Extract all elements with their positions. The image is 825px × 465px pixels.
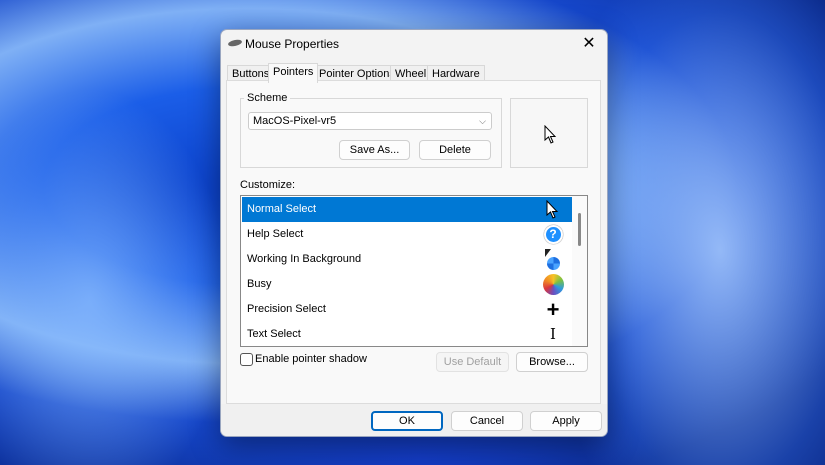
scrollbar-thumb[interactable] [578, 213, 581, 246]
list-item-label: Text Select [247, 328, 301, 340]
scheme-label: Scheme [244, 92, 290, 104]
help-cursor-icon: ? [542, 224, 564, 245]
busy-cursor-icon [542, 274, 564, 295]
list-item-label: Precision Select [247, 303, 326, 315]
scheme-select[interactable]: MacOS-Pixel-vr5 ⌵ [248, 112, 492, 130]
list-item-label: Working In Background [247, 253, 361, 265]
scheme-value: MacOS-Pixel-vr5 [253, 115, 336, 127]
delete-button[interactable]: Delete [419, 140, 491, 160]
pointer-shadow-label: Enable pointer shadow [255, 353, 367, 365]
cursor-preview [510, 98, 588, 168]
pointer-shadow-checkbox[interactable] [240, 353, 253, 366]
crosshair-cursor-icon: + [542, 299, 564, 320]
mouse-properties-dialog: Mouse Properties ✕ Buttons Pointers Poin… [220, 29, 608, 437]
scrollbar[interactable] [572, 196, 587, 346]
ok-button[interactable]: OK [371, 411, 443, 431]
pointers-panel: Scheme MacOS-Pixel-vr5 ⌵ Save As... Dele… [226, 80, 601, 404]
list-item-label: Busy [247, 278, 271, 290]
arrow-cursor-icon [542, 199, 564, 220]
list-item[interactable]: Help Select ? [242, 222, 572, 247]
arrow-cursor-icon [544, 125, 558, 145]
apply-button[interactable]: Apply [530, 411, 602, 431]
close-button[interactable]: ✕ [579, 33, 599, 53]
cursor-list[interactable]: Normal Select Help Select ? Working In B… [240, 195, 588, 347]
list-item[interactable]: Precision Select + [242, 297, 572, 322]
mouse-icon [228, 39, 243, 48]
list-item[interactable]: Busy [242, 272, 572, 297]
list-item[interactable]: Working In Background [242, 247, 572, 272]
text-cursor-icon: I [542, 324, 564, 345]
tab-pointers[interactable]: Pointers [268, 63, 318, 83]
use-default-button[interactable]: Use Default [436, 352, 509, 372]
list-item-label: Help Select [247, 228, 303, 240]
chevron-down-icon: ⌵ [479, 113, 486, 129]
browse-button[interactable]: Browse... [516, 352, 588, 372]
cancel-button[interactable]: Cancel [451, 411, 523, 431]
list-item[interactable]: Text Select I [242, 322, 572, 347]
working-cursor-icon [542, 249, 564, 270]
save-as-button[interactable]: Save As... [339, 140, 410, 160]
customize-label: Customize: [240, 179, 295, 191]
list-item[interactable]: Normal Select [242, 197, 572, 222]
window-title: Mouse Properties [245, 37, 339, 51]
list-item-label: Normal Select [247, 203, 316, 215]
